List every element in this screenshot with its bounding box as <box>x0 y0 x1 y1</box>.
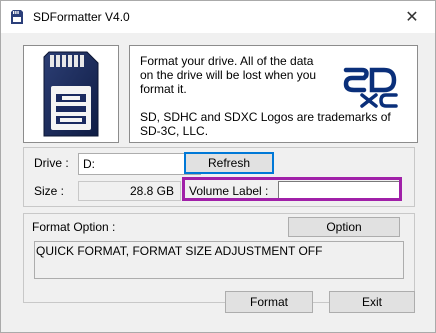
drive-select[interactable]: D: <box>78 153 201 175</box>
client-area: Format your drive. All of the data on th… <box>1 33 435 332</box>
format-warning-text: Format your drive. All of the data on th… <box>140 54 317 96</box>
drive-label: Drive : <box>34 156 69 170</box>
exit-button[interactable]: Exit <box>329 291 415 313</box>
close-icon: ✕ <box>405 9 419 26</box>
sd-card-icon <box>11 10 23 24</box>
format-option-group: Format Option : Option QUICK FORMAT, FOR… <box>23 213 415 303</box>
close-button[interactable]: ✕ <box>389 1 435 33</box>
sdxc-logo-icon <box>343 67 398 108</box>
option-button[interactable]: Option <box>288 217 400 237</box>
drive-select-value: D: <box>83 157 95 171</box>
format-option-value: QUICK FORMAT, FORMAT SIZE ADJUSTMENT OFF <box>36 244 323 258</box>
size-value: 28.8 GB <box>129 184 174 198</box>
format-button[interactable]: Format <box>225 291 313 313</box>
volume-label-highlight <box>182 177 402 201</box>
sdhc-card-icon <box>43 51 99 137</box>
trademark-text: SD, SDHC and SDXC Logos are trademarks o… <box>140 110 391 138</box>
title-bar: SDFormatter V4.0 ✕ <box>1 1 435 33</box>
drive-group: Drive : D: Refresh Size : 28.8 GB Volume… <box>23 147 415 207</box>
window-title: SDFormatter V4.0 <box>33 10 130 24</box>
sdformatter-window: SDFormatter V4.0 ✕ Format your drive. Al… <box>0 0 436 333</box>
refresh-button[interactable]: Refresh <box>184 152 274 174</box>
format-option-label: Format Option : <box>32 220 116 234</box>
sd-card-image-panel <box>23 45 119 143</box>
format-option-display: QUICK FORMAT, FORMAT SIZE ADJUSTMENT OFF <box>34 241 404 279</box>
info-panel: Format your drive. All of the data on th… <box>129 45 418 143</box>
size-label: Size : <box>34 184 65 198</box>
size-field: 28.8 GB <box>78 181 181 201</box>
